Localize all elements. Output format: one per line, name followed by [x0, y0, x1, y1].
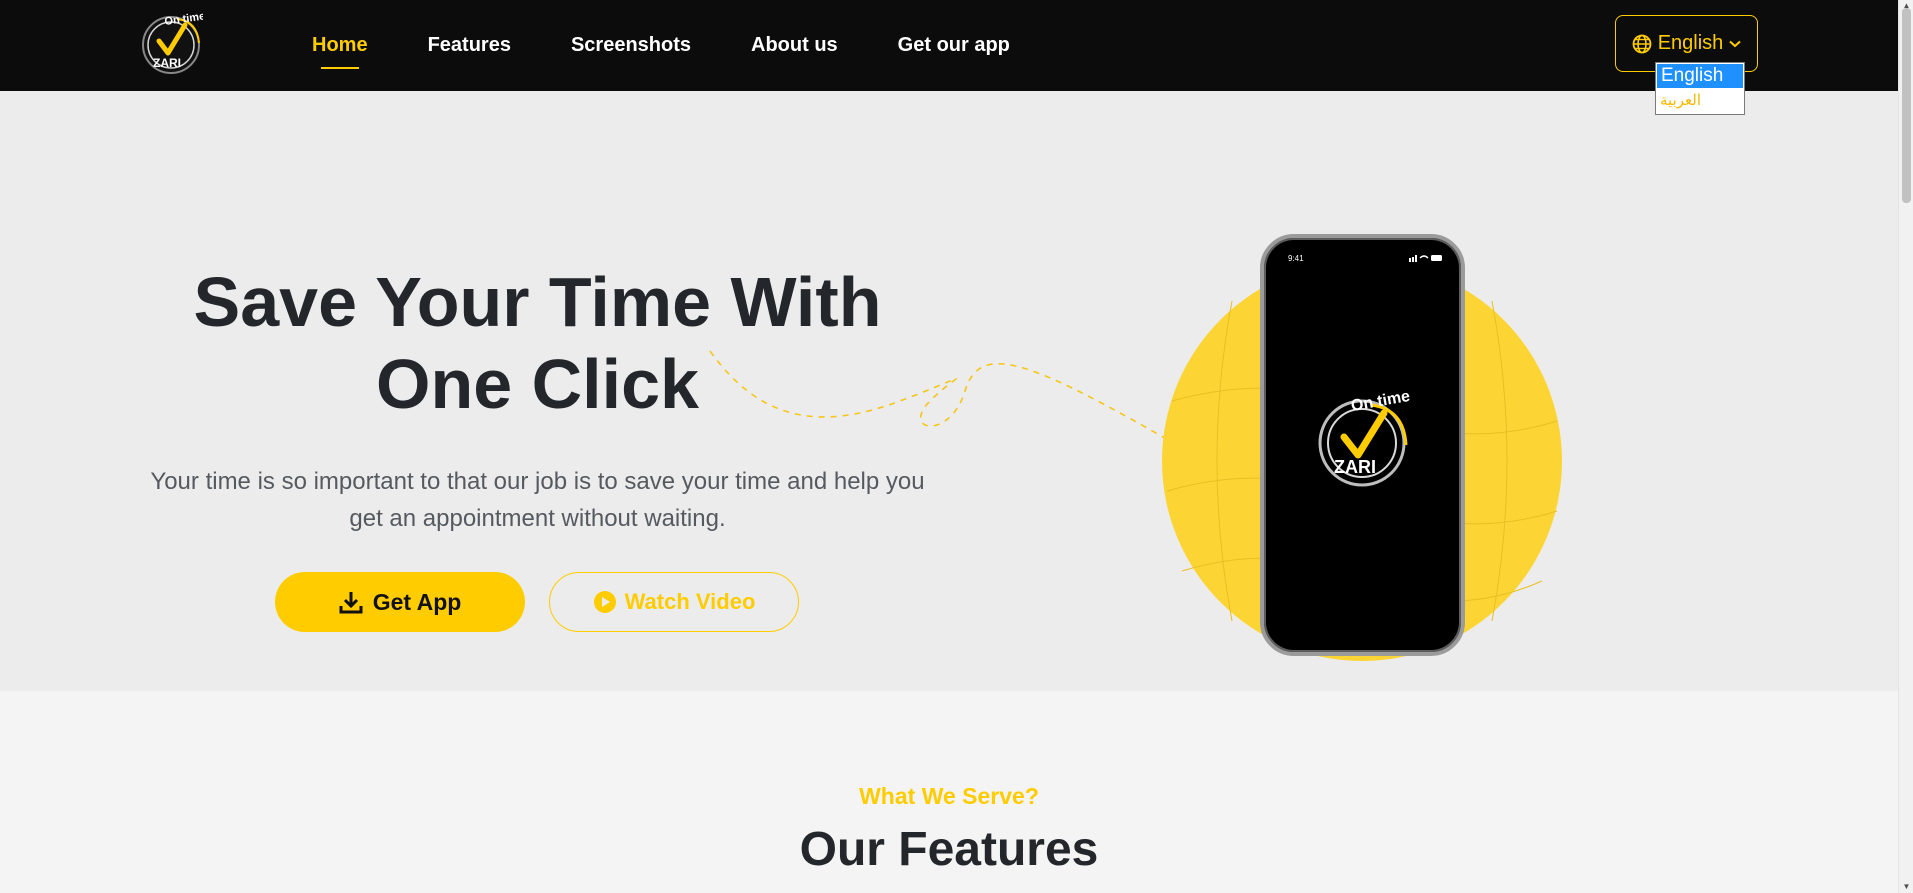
hero-subtitle: Your time is so important to that our jo… [150, 468, 925, 532]
nav-link-about-us[interactable]: About us [751, 0, 838, 91]
nav-link-home[interactable]: Home [312, 0, 368, 91]
main-nav: Home Features Screenshots About us Get o… [312, 0, 1070, 91]
language-option-arabic[interactable]: العربية [1656, 89, 1744, 113]
svg-text:ZARI: ZARI [1334, 457, 1376, 477]
hero-title: Save Your Time With One Click [193, 263, 882, 423]
phone-app-logo-icon: On time ZARI [1318, 393, 1411, 487]
watch-video-button[interactable]: Watch Video [549, 572, 799, 632]
download-icon [339, 592, 363, 614]
language-option-english[interactable]: English [1657, 64, 1743, 88]
watch-video-label: Watch Video [624, 589, 756, 614]
brand-logo[interactable]: On time ZARI [139, 10, 206, 75]
chevron-down-icon [1729, 40, 1741, 47]
nav-link-get-our-app[interactable]: Get our app [898, 0, 1010, 91]
language-dropdown: English العربية [1655, 62, 1745, 115]
features-kicker: What We Serve? [859, 783, 1039, 809]
scroll-thumb[interactable] [1902, 8, 1911, 203]
phone-status-icons [1409, 255, 1442, 262]
features-title: Our Features [799, 823, 1099, 876]
clock-check-logo-icon: On time ZARI [142, 10, 206, 74]
phone-time: 9:41 [1288, 254, 1304, 263]
get-app-button[interactable]: Get App [275, 572, 525, 632]
scroll-down-arrow-icon[interactable]: ▼ [1899, 881, 1913, 893]
play-circle-icon [593, 591, 616, 613]
nav-link-screenshots[interactable]: Screenshots [571, 0, 691, 91]
phone-mockup: 9:41 On time ZARI [1260, 234, 1465, 656]
globe-icon [1632, 34, 1652, 53]
nav-link-features[interactable]: Features [428, 0, 511, 91]
get-app-label: Get App [372, 588, 462, 615]
hero-section: 9:41 On time ZARI Save Your Time With On… [0, 91, 1898, 691]
svg-text:On time: On time [164, 11, 203, 28]
svg-text:ZARI: ZARI [153, 56, 181, 70]
language-selected-label: English [1657, 32, 1724, 54]
page-scrollbar[interactable]: ▲ ▼ [1898, 0, 1913, 893]
navbar: On time ZARI Home Features Screenshots A… [0, 0, 1898, 91]
